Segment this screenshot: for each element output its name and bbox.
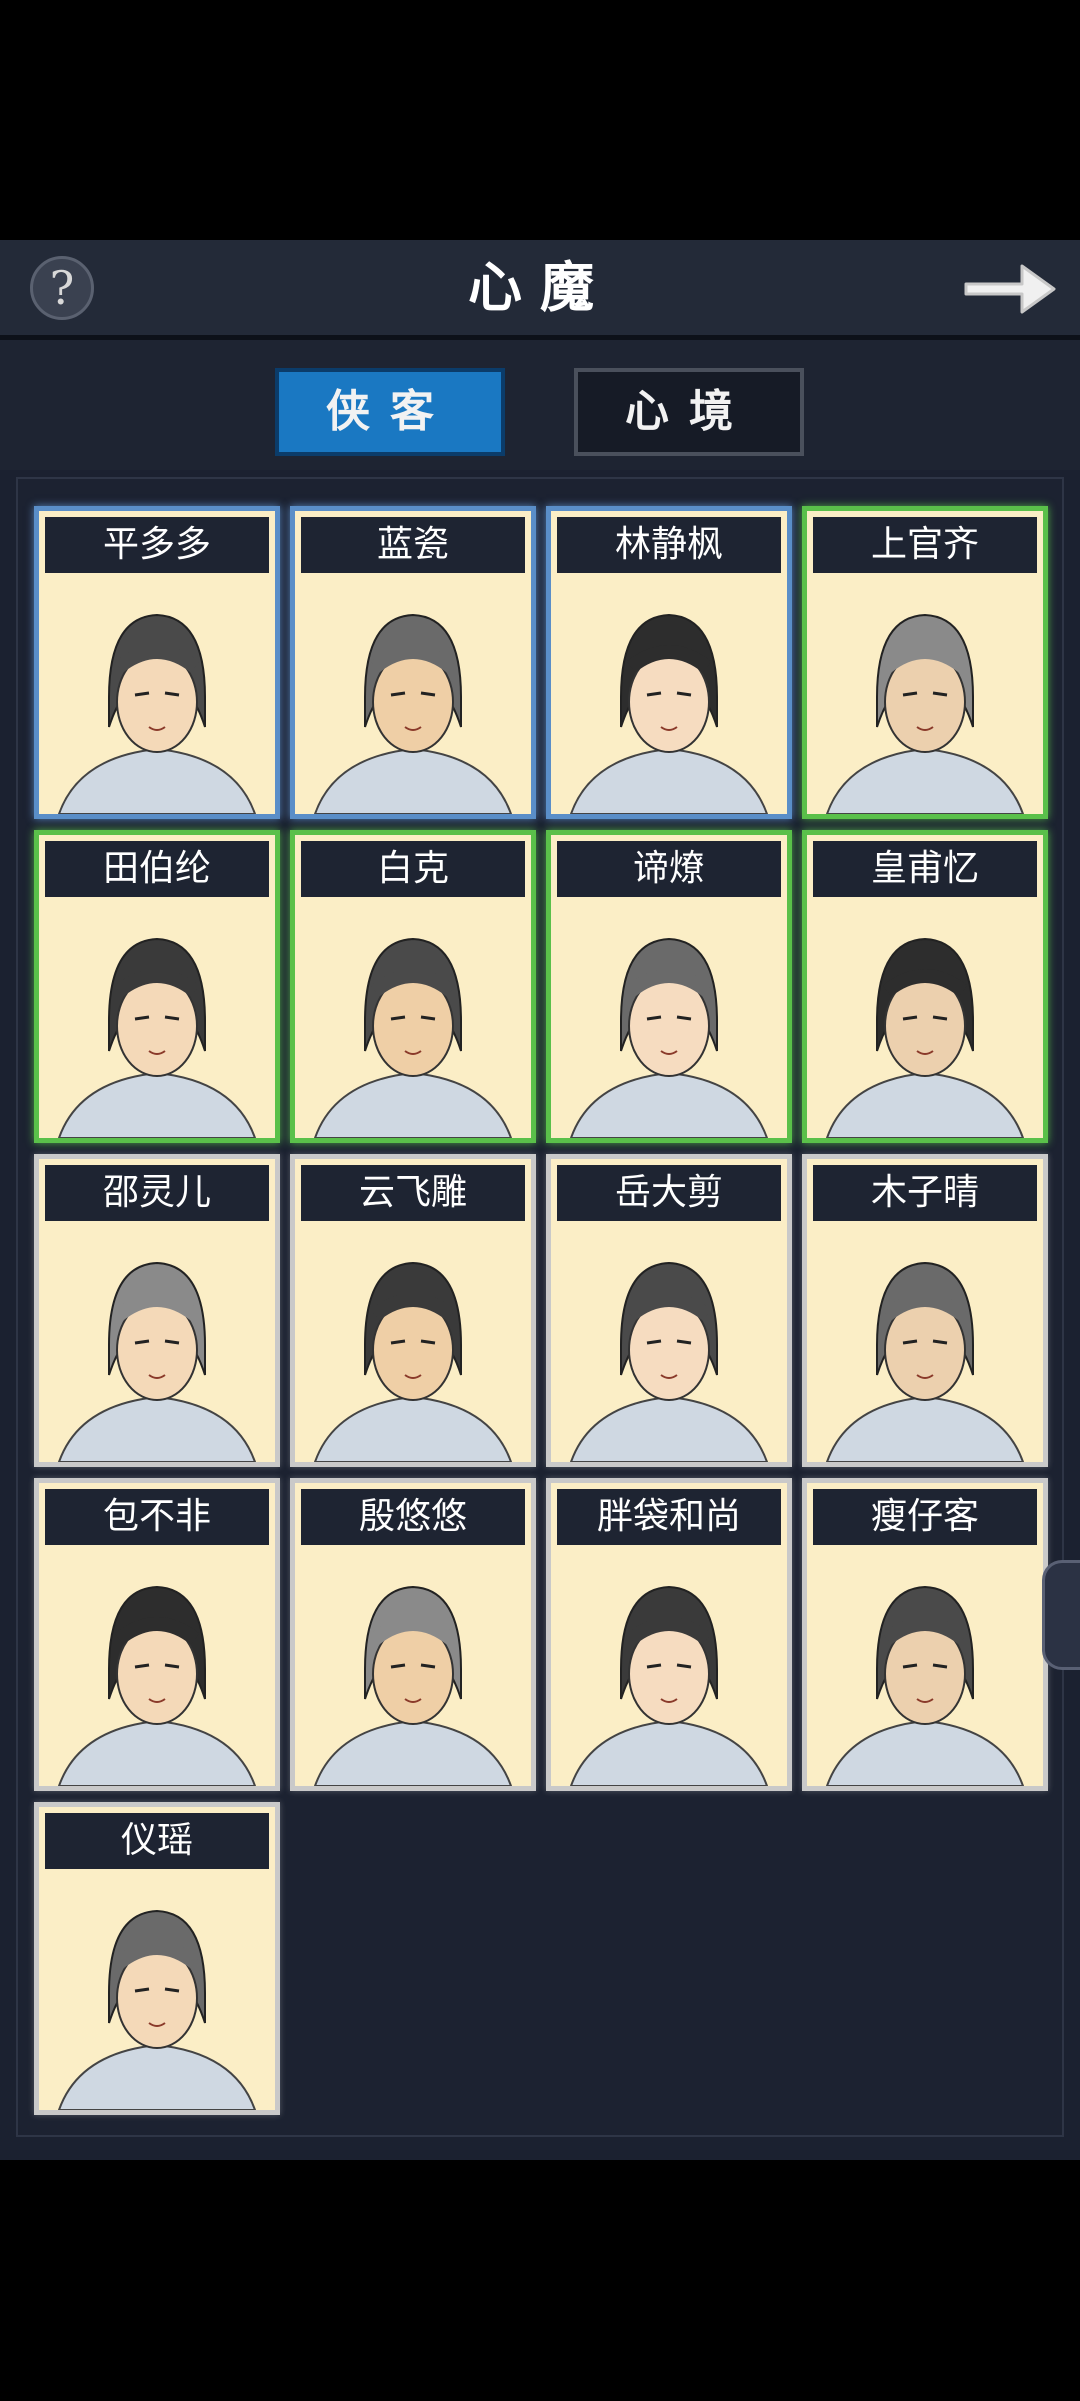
character-portrait xyxy=(39,901,275,1138)
character-card[interactable]: 殷悠悠 xyxy=(290,1478,536,1791)
page-title: 心魔 xyxy=(468,255,612,319)
character-portrait xyxy=(295,1549,531,1786)
character-name: 云飞雕 xyxy=(301,1165,525,1221)
character-name: 殷悠悠 xyxy=(301,1489,525,1545)
character-card[interactable]: 包不非 xyxy=(34,1478,280,1791)
character-name: 林静枫 xyxy=(557,517,781,573)
tab-bar xyxy=(0,340,1080,470)
character-card[interactable]: 上官齐 xyxy=(802,506,1048,819)
character-portrait xyxy=(551,1225,787,1462)
character-name: 胖袋和尚 xyxy=(557,1489,781,1545)
top-bar: ? 心魔 xyxy=(0,240,1080,341)
next-button[interactable] xyxy=(960,254,1060,324)
character-portrait xyxy=(39,1225,275,1462)
character-name: 田伯纶 xyxy=(45,841,269,897)
character-name: 白克 xyxy=(301,841,525,897)
character-portrait xyxy=(551,577,787,814)
tab-mindset[interactable]: 心境 xyxy=(574,368,804,456)
character-name: 包不非 xyxy=(45,1489,269,1545)
app-root: ? 心魔 侠客 心境 平多多 蓝瓷 林静枫 上官齐田伯纶 白克 谛燎 皇甫忆邵灵儿 云飞雕 岳大… xyxy=(0,0,1080,2401)
character-portrait xyxy=(551,1549,787,1786)
character-card[interactable]: 田伯纶 xyxy=(34,830,280,1143)
character-portrait xyxy=(551,901,787,1138)
help-button[interactable]: ? xyxy=(30,256,94,320)
character-portrait xyxy=(295,1225,531,1462)
character-card[interactable]: 岳大剪 xyxy=(546,1154,792,1467)
character-card[interactable]: 瘦仔客 xyxy=(802,1478,1048,1791)
character-card[interactable]: 平多多 xyxy=(34,506,280,819)
character-portrait xyxy=(295,577,531,814)
character-card[interactable]: 林静枫 xyxy=(546,506,792,819)
question-icon: ? xyxy=(49,261,75,315)
character-portrait xyxy=(39,577,275,814)
character-card[interactable]: 白克 xyxy=(290,830,536,1143)
character-name: 谛燎 xyxy=(557,841,781,897)
character-name: 蓝瓷 xyxy=(301,517,525,573)
character-card[interactable]: 皇甫忆 xyxy=(802,830,1048,1143)
character-card[interactable]: 木子晴 xyxy=(802,1154,1048,1467)
character-name: 邵灵儿 xyxy=(45,1165,269,1221)
character-name: 仪瑶 xyxy=(45,1813,269,1869)
character-portrait xyxy=(39,1549,275,1786)
character-card[interactable]: 胖袋和尚 xyxy=(546,1478,792,1791)
heart-demon-screen: ? 心魔 侠客 心境 平多多 蓝瓷 林静枫 上官齐田伯纶 白克 谛燎 皇甫忆邵灵儿 云飞雕 岳大… xyxy=(0,240,1080,2160)
character-card[interactable]: 谛燎 xyxy=(546,830,792,1143)
character-portrait xyxy=(807,901,1043,1138)
side-drawer-handle[interactable] xyxy=(1042,1560,1080,1670)
character-portrait xyxy=(39,1873,275,2110)
character-name: 岳大剪 xyxy=(557,1165,781,1221)
character-portrait xyxy=(807,1225,1043,1462)
character-grid-panel: 平多多 蓝瓷 林静枫 上官齐田伯纶 白克 谛燎 皇甫忆邵灵儿 云飞雕 岳大剪 木子晴包不非 殷悠悠胖… xyxy=(16,477,1064,2137)
character-card[interactable]: 仪瑶 xyxy=(34,1802,280,2115)
character-portrait xyxy=(807,1549,1043,1786)
character-name: 皇甫忆 xyxy=(813,841,1037,897)
tab-heroes[interactable]: 侠客 xyxy=(275,368,505,456)
character-name: 木子晴 xyxy=(813,1165,1037,1221)
character-name: 平多多 xyxy=(45,517,269,573)
character-portrait xyxy=(807,577,1043,814)
character-card[interactable]: 蓝瓷 xyxy=(290,506,536,819)
character-portrait xyxy=(295,901,531,1138)
character-name: 瘦仔客 xyxy=(813,1489,1037,1545)
character-name: 上官齐 xyxy=(813,517,1037,573)
arrow-right-icon xyxy=(964,264,1056,314)
character-card[interactable]: 云飞雕 xyxy=(290,1154,536,1467)
character-card[interactable]: 邵灵儿 xyxy=(34,1154,280,1467)
